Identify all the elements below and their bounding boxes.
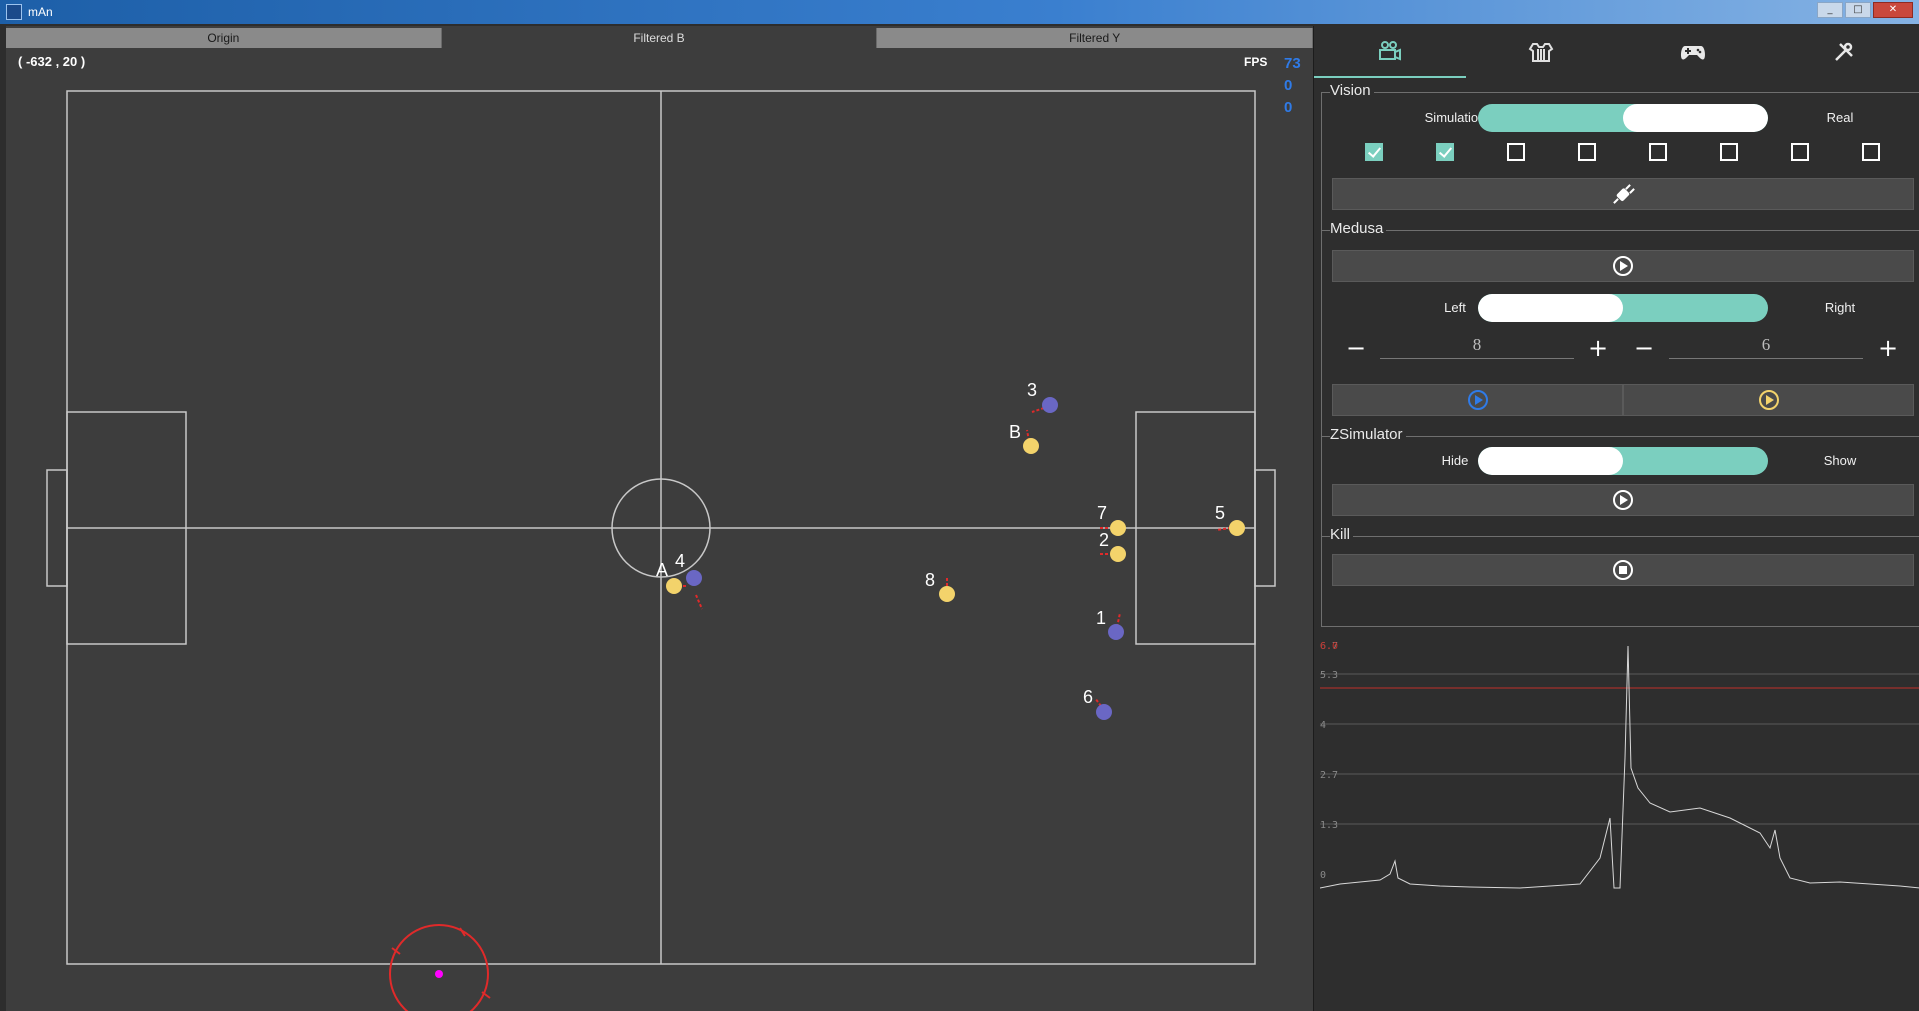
robot-3[interactable]: 3 (1027, 380, 1058, 413)
vision-title: Vision (1330, 82, 1374, 99)
vision-checkbox-4[interactable] (1578, 143, 1596, 161)
robot-6[interactable]: 6 (1083, 687, 1112, 720)
y-tick-0: 0 (1320, 870, 1326, 881)
play-icon-blue (1467, 390, 1488, 410)
gamepad-icon (1680, 46, 1705, 60)
stop-icon (1613, 560, 1633, 580)
robot-label: 5 (1215, 503, 1225, 523)
medusa-side-toggle[interactable] (1478, 294, 1768, 322)
zsimulator-divider (1321, 436, 1919, 437)
close-icon[interactable]: ✕ (1873, 2, 1913, 18)
right-stepper-minus[interactable]: − (1632, 336, 1656, 360)
medusa-yellow-play-button[interactable] (1623, 384, 1914, 416)
app-icon (6, 4, 22, 20)
zsimulator-toggle-right-label: Show (1823, 453, 1857, 468)
vision-divider (1321, 92, 1919, 93)
tools-icon (1835, 42, 1854, 61)
robot-label: 8 (925, 570, 935, 590)
toggle-knob (1478, 447, 1623, 475)
left-goal (46, 469, 68, 587)
medusa-divider (1321, 230, 1919, 231)
left-stepper-plus[interactable]: + (1586, 336, 1610, 360)
play-icon (1613, 490, 1633, 510)
panel-bottom-divider (1321, 626, 1919, 627)
medusa-blue-play-button[interactable] (1332, 384, 1623, 416)
toggle-knob (1623, 104, 1768, 132)
tab-team[interactable] (1466, 26, 1618, 78)
robot-8[interactable]: 8 (925, 570, 955, 602)
medusa-play-button[interactable] (1332, 250, 1914, 282)
tab-control[interactable] (1617, 26, 1769, 78)
zsimulator-title: ZSimulator (1330, 426, 1406, 443)
field-canvas[interactable]: 3 B 7 2 5 A 4 8 1 6 (6, 26, 1313, 1011)
vision-checkbox-6[interactable] (1720, 143, 1738, 161)
control-panel: Vision Simulation Real Medusa Left Right… (1313, 26, 1919, 1011)
title-bar: mAn _ □ ✕ (0, 0, 1919, 24)
panel-tabs (1314, 26, 1919, 78)
robot-label: 1 (1096, 608, 1106, 628)
right-stepper-plus[interactable]: + (1876, 336, 1900, 360)
robot-5[interactable]: 5 (1215, 503, 1245, 536)
fps-values: 73 0 0 (1284, 53, 1301, 119)
toggle-knob (1478, 294, 1623, 322)
fps-value-3: 0 (1284, 99, 1293, 116)
vision-checkbox-8[interactable] (1862, 143, 1880, 161)
vision-checkbox-7[interactable] (1791, 143, 1809, 161)
window-title: mAn (28, 5, 53, 19)
y-tick-3: 4 (1320, 720, 1326, 731)
play-icon (1613, 256, 1633, 276)
left-stepper-value[interactable]: 8 (1380, 335, 1574, 359)
plug-icon (1613, 184, 1635, 204)
vision-checkbox-5[interactable] (1649, 143, 1667, 161)
latency-graph: 0 1.3 2.7 4 5.3 6.7 6.0 (1320, 641, 1919, 889)
ball-dot (435, 970, 443, 978)
target-marker[interactable] (389, 924, 491, 1011)
vision-toggle-right-label: Real (1826, 110, 1854, 125)
robot-B[interactable]: B (1009, 422, 1039, 454)
fps-value-1: 73 (1284, 55, 1301, 72)
fps-label: FPS (1244, 55, 1268, 69)
minimize-icon[interactable]: _ (1817, 2, 1843, 18)
y-tick-1: 1.3 (1320, 820, 1338, 831)
y-tick-4: 5.3 (1320, 670, 1338, 681)
zsimulator-visibility-toggle[interactable] (1478, 447, 1768, 475)
kill-title: Kill (1330, 526, 1354, 543)
vision-checkbox-2[interactable] (1436, 143, 1454, 161)
medusa-toggle-right-label: Right (1824, 300, 1856, 315)
jersey-icon (1528, 43, 1554, 62)
tab-vision[interactable] (1314, 26, 1466, 78)
window-controls: _ □ ✕ (1817, 2, 1913, 18)
vision-checkbox-1[interactable] (1365, 143, 1383, 161)
robot-label: 2 (1099, 530, 1109, 550)
robot-label: A (656, 560, 668, 580)
vision-toggle[interactable] (1478, 104, 1768, 132)
robot-label: 4 (675, 551, 685, 571)
left-stepper-minus[interactable]: − (1344, 336, 1368, 360)
vision-connect-button[interactable] (1332, 178, 1914, 210)
y-tick-2: 2.7 (1320, 770, 1338, 781)
threshold-label: 6.0 (1320, 641, 1338, 652)
zsimulator-play-button[interactable] (1332, 484, 1914, 516)
right-stepper-value[interactable]: 6 (1669, 335, 1863, 359)
maximize-icon[interactable]: □ (1845, 2, 1871, 18)
robot-label: B (1009, 422, 1021, 442)
graph-line (1320, 645, 1919, 889)
medusa-title: Medusa (1330, 220, 1387, 237)
robot-label: 3 (1027, 380, 1037, 400)
kill-divider (1321, 536, 1919, 537)
tab-settings[interactable] (1769, 26, 1919, 78)
vision-checkbox-3[interactable] (1507, 143, 1525, 161)
field-view[interactable]: Origin Filtered B Filtered Y 3 B 7 2 5 A… (6, 26, 1314, 1011)
play-icon-yellow (1758, 390, 1779, 410)
robot-label: 7 (1097, 503, 1107, 523)
kill-stop-button[interactable] (1332, 554, 1914, 586)
panel-frame (1321, 92, 1322, 626)
robot-1[interactable]: 1 (1096, 608, 1124, 640)
camera-icon (1378, 41, 1401, 61)
right-goal (1254, 469, 1276, 587)
cursor-coordinates: ( -632 , 20 ) (18, 54, 86, 69)
robot-label: 6 (1083, 687, 1093, 707)
fps-value-2: 0 (1284, 77, 1293, 94)
